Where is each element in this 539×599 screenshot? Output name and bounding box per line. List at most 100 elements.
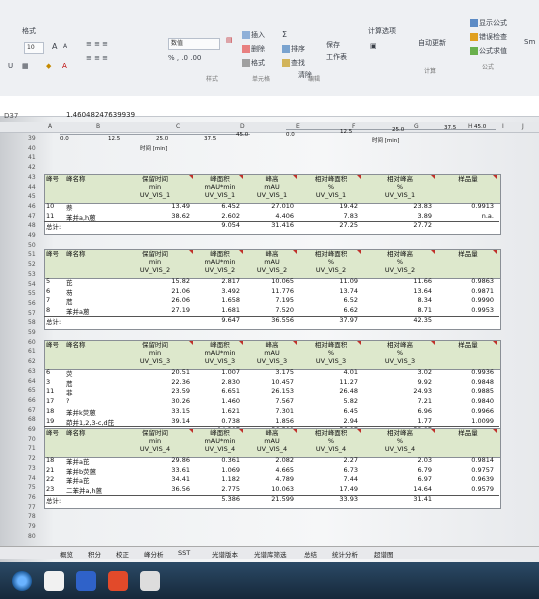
table-cell[interactable]: 苯并a蒽 (66, 306, 110, 316)
table-cell[interactable]: ? (66, 397, 110, 405)
row-number[interactable]: 76 (28, 494, 42, 501)
table-cell[interactable]: 0.9966 (438, 407, 494, 415)
sheet-tab[interactable]: 校正 (116, 549, 129, 559)
table-cell[interactable]: 2.817 (196, 277, 240, 285)
calc-icon[interactable]: ▣ (370, 42, 377, 50)
table-cell[interactable]: 6 (46, 287, 60, 295)
table-cell[interactable]: 21.06 (116, 287, 190, 295)
table-cell[interactable]: 苯并k荧蒽 (66, 407, 110, 417)
row-number[interactable]: 52 (28, 261, 42, 268)
column-header-cell[interactable]: 峰名称 (66, 429, 114, 437)
table-cell[interactable]: 13.49 (116, 202, 190, 210)
table-cell[interactable]: 13.74 (300, 287, 358, 295)
column-header-cell[interactable]: 峰面积 mAU*min UV_VIS_2 (196, 250, 244, 274)
delete-button[interactable]: 删除 (242, 44, 265, 54)
table-cell[interactable]: 6 (46, 368, 60, 376)
column-header-cell[interactable]: 样品量 (438, 341, 498, 349)
table-cell[interactable]: 0.9885 (438, 387, 494, 395)
table-cell[interactable]: 芴 (66, 287, 110, 297)
table-cell[interactable]: 3.492 (196, 287, 240, 295)
column-header-cell[interactable]: 峰名称 (66, 341, 114, 349)
row-number[interactable]: 66 (28, 397, 42, 404)
column-header-cell[interactable]: 相对峰高 % UV_VIS_4 (364, 429, 436, 453)
column-header-cell[interactable]: 保留时间 min UV_VIS_4 (116, 429, 194, 453)
table-cell[interactable]: 36.56 (116, 485, 190, 493)
row-number[interactable]: 44 (28, 184, 42, 191)
refresh-button[interactable]: 自动更新 (418, 38, 446, 48)
row-number[interactable]: 78 (28, 513, 42, 520)
table-cell[interactable]: 4.01 (300, 368, 358, 376)
total-cell[interactable]: 37.97 (300, 316, 358, 324)
table-cell[interactable]: 7.567 (246, 397, 294, 405)
row-number[interactable]: 48 (28, 222, 42, 229)
table-cell[interactable]: 6.651 (196, 387, 240, 395)
row-number[interactable]: 56 (28, 300, 42, 307)
row-number[interactable]: 73 (28, 465, 42, 472)
table-cell[interactable]: 17.49 (300, 485, 358, 493)
column-header-cell[interactable]: 峰名称 (66, 175, 114, 183)
table-cell[interactable]: 芘 (66, 277, 110, 287)
row-number[interactable]: 53 (28, 271, 42, 278)
row-number[interactable]: 65 (28, 387, 42, 394)
table-cell[interactable]: 26.48 (300, 387, 358, 395)
table-cell[interactable]: 38.62 (116, 212, 190, 220)
total-cell[interactable]: 42.35 (364, 316, 432, 324)
table-cell[interactable]: 1.856 (246, 417, 294, 425)
insert-button[interactable]: 插入 (242, 30, 265, 40)
number-format-select[interactable]: 数值 (168, 38, 220, 50)
col-j[interactable]: J (522, 123, 524, 130)
table-cell[interactable]: 2.082 (246, 456, 294, 464)
total-cell[interactable]: 31.416 (246, 221, 294, 229)
table-cell[interactable]: 27.19 (116, 306, 190, 314)
table-cell[interactable]: 0.9936 (438, 368, 494, 376)
paste-label[interactable]: 格式 (22, 26, 36, 36)
table-cell[interactable]: 6.97 (364, 475, 432, 483)
table-cell[interactable]: 苯并a芘 (66, 456, 110, 466)
table-cell[interactable]: 0.9863 (438, 277, 494, 285)
row-number[interactable]: 39 (28, 135, 42, 142)
table-cell[interactable]: 苯并a芘 (66, 475, 110, 485)
column-header-cell[interactable]: 样品量 (438, 429, 498, 437)
total-cell[interactable]: 9.647 (196, 316, 240, 324)
row-number[interactable]: 63 (28, 368, 42, 375)
column-header-cell[interactable]: 峰高 mAU UV_VIS_1 (246, 175, 298, 199)
table-cell[interactable]: 1.460 (196, 397, 240, 405)
table-cell[interactable]: 6.62 (300, 306, 358, 314)
total-cell[interactable]: 总计: (46, 316, 61, 326)
table-cell[interactable]: 二苯并a,h蒽 (66, 485, 110, 495)
col-i[interactable]: I (502, 123, 504, 130)
sheet-tab[interactable]: 积分 (88, 549, 101, 559)
row-number[interactable]: 55 (28, 290, 42, 297)
grow-font-button[interactable]: A (52, 42, 57, 51)
table-cell[interactable]: 10.063 (246, 485, 294, 493)
table-cell[interactable]: 7.83 (300, 212, 358, 220)
col-b[interactable]: B (96, 123, 100, 130)
total-cell[interactable]: 36.556 (246, 316, 294, 324)
table-cell[interactable]: 2.03 (364, 456, 432, 464)
worksheet-button[interactable]: 工作表 (326, 52, 347, 62)
table-cell[interactable]: 6.45 (300, 407, 358, 415)
table-cell[interactable]: 22.36 (116, 378, 190, 386)
save-button[interactable]: 保存 (326, 40, 340, 50)
table-cell[interactable]: 1.0099 (438, 417, 494, 425)
row-number[interactable]: 62 (28, 358, 42, 365)
column-header-cell[interactable]: 保留时间 min UV_VIS_2 (116, 250, 194, 274)
row-number[interactable]: 75 (28, 484, 42, 491)
table-cell[interactable]: 5.82 (300, 397, 358, 405)
autosum-button[interactable]: Σ (282, 30, 287, 39)
table-cell[interactable]: 26.06 (116, 296, 190, 304)
table-cell[interactable]: 6.73 (300, 466, 358, 474)
total-cell[interactable]: 33.93 (300, 495, 358, 503)
table-cell[interactable]: 23 (46, 485, 60, 493)
font-size-select[interactable]: 10 (24, 42, 44, 54)
row-number[interactable]: 60 (28, 339, 42, 346)
row-number[interactable]: 69 (28, 426, 42, 433)
total-cell[interactable]: 31.41 (364, 495, 432, 503)
table-cell[interactable]: 19 (46, 417, 60, 425)
sheet-tab[interactable]: 概览 (60, 549, 73, 559)
column-header-cell[interactable]: 峰面积 mAU*min UV_VIS_1 (196, 175, 244, 199)
table-cell[interactable]: 22 (46, 475, 60, 483)
sheet-tab[interactable]: 光谱版本 (212, 549, 238, 559)
table-cell[interactable]: 14.64 (364, 485, 432, 493)
row-number[interactable]: 57 (28, 310, 42, 317)
